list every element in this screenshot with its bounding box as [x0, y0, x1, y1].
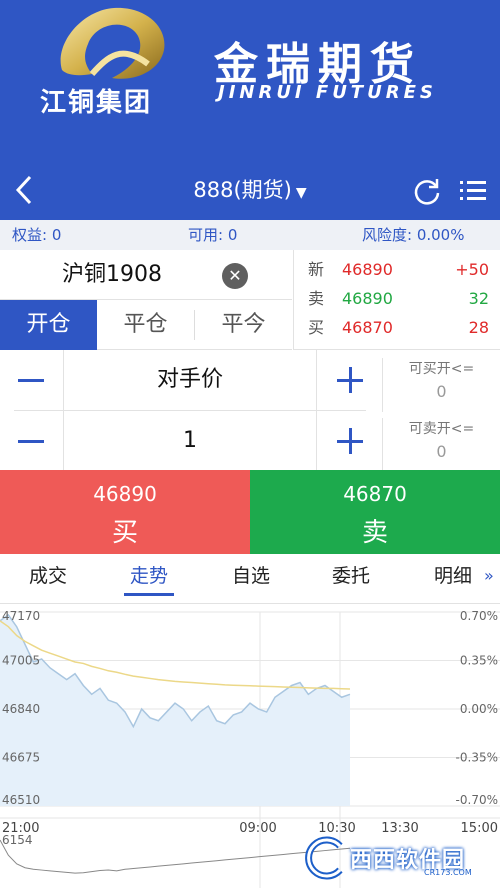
- percent-tick-label: -0.35%: [456, 751, 498, 765]
- nav-bar: 888(期货) ▼: [0, 160, 500, 220]
- open-close-tabs: 开仓 平仓 平今: [0, 300, 292, 350]
- sell-label: 卖: [361, 518, 388, 548]
- price-tick-label: 47170: [2, 609, 40, 623]
- watermark-logo-icon: [305, 836, 343, 880]
- quantity-value[interactable]: 1: [65, 411, 315, 471]
- risk-label: 风险度: 0.00%: [362, 226, 465, 244]
- back-arrow-icon[interactable]: [10, 173, 40, 207]
- contract-name: 沪铜1908: [62, 262, 162, 287]
- tab-trades[interactable]: 成交: [20, 554, 76, 604]
- quote-price: 46890: [342, 289, 393, 308]
- time-tick-label: 10:30: [318, 821, 355, 836]
- tab-watchlist[interactable]: 自选: [222, 554, 280, 604]
- tab-trend[interactable]: 走势: [120, 554, 178, 604]
- bottom-tabs: 成交 走势 自选 委托 明细 »: [0, 554, 500, 604]
- quote-price: 46870: [342, 318, 393, 337]
- quote-row-bid[interactable]: 买 46870 28: [294, 314, 500, 342]
- clear-icon[interactable]: ✕: [222, 263, 248, 289]
- quote-price: 46890: [342, 260, 393, 279]
- available-label: 可用: 0: [188, 226, 238, 244]
- percent-tick-label: -0.70%: [456, 793, 498, 807]
- can-sell-value: 0: [436, 442, 447, 461]
- sell-button[interactable]: 46870 卖: [250, 470, 500, 554]
- quote-label: 新: [308, 260, 325, 279]
- quote-row-ask[interactable]: 卖 46890 32: [294, 285, 500, 313]
- quote-change: +50: [455, 260, 489, 279]
- price-mode-row: 对手价: [0, 350, 380, 410]
- buy-label: 买: [111, 518, 138, 548]
- price-mode-value[interactable]: 对手价: [65, 350, 315, 410]
- group-name: 江铜集团: [40, 88, 153, 118]
- sell-price: 46870: [343, 482, 407, 506]
- quantity-minus-icon[interactable]: [0, 411, 64, 471]
- price-tick-label: 46510: [2, 793, 40, 807]
- price-tick-label: 46675: [2, 751, 40, 765]
- can-buy-value: 0: [436, 382, 447, 401]
- price-tick-label: 47005: [2, 654, 40, 668]
- account-info-bar: 权益: 0 可用: 0 风险度: 0.00%: [0, 220, 500, 250]
- price-tick-label: 46840: [2, 702, 40, 716]
- can-sell-label: 可卖开<=: [408, 421, 475, 437]
- buy-price: 46890: [93, 482, 157, 506]
- brand-banner: 江铜集团 金瑞期货 JINRUI FUTURES: [0, 0, 500, 160]
- watermark: 西西软件园 CR173.COM: [300, 836, 496, 880]
- quote-panel: 新 46890 +50 卖 46890 32 买 46870 28: [293, 250, 500, 350]
- tab-close[interactable]: 平仓: [97, 300, 194, 350]
- brand-name-en: JINRUI FUTURES: [218, 82, 437, 103]
- time-tick-label: 15:00: [461, 821, 498, 836]
- more-icon[interactable]: »: [484, 554, 494, 604]
- percent-tick-label: 0.00%: [460, 702, 498, 716]
- account-selector[interactable]: 888(期货) ▼: [150, 160, 350, 220]
- time-tick-label: 09:00: [239, 821, 276, 836]
- contract-field[interactable]: 沪铜1908 ✕: [0, 250, 292, 300]
- tab-orders[interactable]: 委托: [322, 554, 380, 604]
- percent-tick-label: 0.70%: [460, 609, 498, 623]
- buy-button[interactable]: 46890 买: [0, 470, 250, 554]
- quote-volume: 32: [468, 289, 489, 308]
- percent-tick-label: 0.35%: [460, 654, 498, 668]
- chevron-down-icon: ▼: [295, 185, 307, 201]
- time-tick-label: 13:30: [381, 821, 418, 836]
- price-plus-icon[interactable]: [316, 350, 380, 410]
- account-title: 888(期货): [193, 178, 292, 202]
- tab-open[interactable]: 开仓: [0, 300, 97, 350]
- equity-label: 权益: 0: [12, 226, 62, 244]
- volume-max-label: 6154: [2, 833, 33, 847]
- can-sell-open: 可卖开<= 0: [382, 418, 500, 470]
- quote-volume: 28: [468, 318, 489, 337]
- tab-close-today[interactable]: 平今: [195, 300, 292, 350]
- quantity-row: 1: [0, 411, 380, 471]
- quote-row-last: 新 46890 +50: [294, 256, 500, 284]
- can-buy-label: 可买开<=: [408, 361, 475, 377]
- price-minus-icon[interactable]: [0, 350, 64, 410]
- quantity-plus-icon[interactable]: [316, 411, 380, 471]
- quote-label: 买: [308, 318, 325, 337]
- jiangtong-logo-icon: [60, 7, 165, 79]
- quote-label: 卖: [308, 289, 325, 308]
- refresh-icon[interactable]: [412, 176, 442, 206]
- watermark-url: CR173.COM: [424, 868, 472, 877]
- can-buy-open: 可买开<= 0: [382, 358, 500, 412]
- menu-list-icon[interactable]: [458, 176, 488, 206]
- tab-details[interactable]: 明细: [424, 554, 482, 604]
- volume-line: [0, 839, 351, 874]
